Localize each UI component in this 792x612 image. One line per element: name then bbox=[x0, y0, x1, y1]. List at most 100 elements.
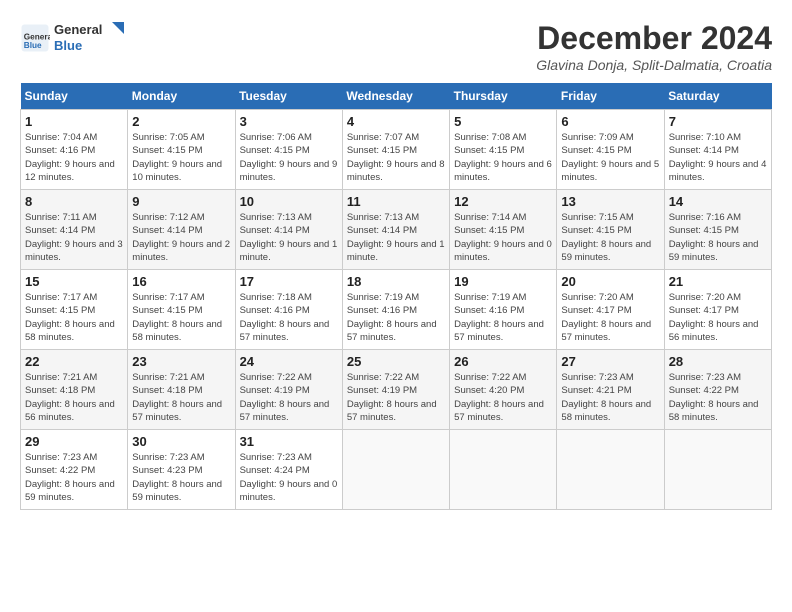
calendar-cell: 28 Sunrise: 7:23 AMSunset: 4:22 PMDayligh… bbox=[664, 350, 771, 430]
day-info: Sunrise: 7:13 AMSunset: 4:14 PMDaylight:… bbox=[240, 211, 338, 264]
day-number: 13 bbox=[561, 194, 659, 209]
calendar-cell: 3 Sunrise: 7:06 AMSunset: 4:15 PMDaylight… bbox=[235, 110, 342, 190]
day-info: Sunrise: 7:13 AMSunset: 4:14 PMDaylight:… bbox=[347, 211, 445, 264]
day-info: Sunrise: 7:17 AMSunset: 4:15 PMDaylight:… bbox=[25, 291, 123, 344]
day-number: 4 bbox=[347, 114, 445, 129]
calendar-cell: 12 Sunrise: 7:14 AMSunset: 4:15 PMDayligh… bbox=[450, 190, 557, 270]
day-number: 12 bbox=[454, 194, 552, 209]
calendar-week-row: 1 Sunrise: 7:04 AMSunset: 4:16 PMDaylight… bbox=[21, 110, 772, 190]
calendar-cell: 24 Sunrise: 7:22 AMSunset: 4:19 PMDayligh… bbox=[235, 350, 342, 430]
calendar-week-row: 8Sunrise: 7:11 AMSunset: 4:14 PMDaylight… bbox=[21, 190, 772, 270]
svg-text:Blue: Blue bbox=[24, 41, 42, 50]
day-info: Sunrise: 7:19 AMSunset: 4:16 PMDaylight:… bbox=[347, 291, 445, 344]
day-info: Sunrise: 7:04 AMSunset: 4:16 PMDaylight:… bbox=[25, 131, 123, 184]
day-number: 28 bbox=[669, 354, 767, 369]
page-header: General Blue General Blue December 2024 … bbox=[20, 20, 772, 73]
svg-text:General: General bbox=[54, 22, 102, 37]
calendar-cell: 26 Sunrise: 7:22 AMSunset: 4:20 PMDayligh… bbox=[450, 350, 557, 430]
calendar-header-monday: Monday bbox=[128, 83, 235, 110]
logo-icon: General Blue bbox=[20, 23, 50, 53]
calendar-cell: 6Sunrise: 7:09 AMSunset: 4:15 PMDaylight… bbox=[557, 110, 664, 190]
day-number: 21 bbox=[669, 274, 767, 289]
location: Glavina Donja, Split-Dalmatia, Croatia bbox=[536, 57, 772, 73]
day-number: 10 bbox=[240, 194, 338, 209]
day-number: 8 bbox=[25, 194, 123, 209]
calendar-cell: 30 Sunrise: 7:23 AMSunset: 4:23 PMDayligh… bbox=[128, 430, 235, 510]
calendar-header-saturday: Saturday bbox=[664, 83, 771, 110]
day-info: Sunrise: 7:22 AMSunset: 4:19 PMDaylight:… bbox=[240, 371, 338, 424]
day-info: Sunrise: 7:20 AMSunset: 4:17 PMDaylight:… bbox=[561, 291, 659, 344]
day-info: Sunrise: 7:18 AMSunset: 4:16 PMDaylight:… bbox=[240, 291, 338, 344]
calendar-cell: 14 Sunrise: 7:16 AMSunset: 4:15 PMDayligh… bbox=[664, 190, 771, 270]
calendar-cell: 19Sunrise: 7:19 AMSunset: 4:16 PMDayligh… bbox=[450, 270, 557, 350]
calendar-cell: 25 Sunrise: 7:22 AMSunset: 4:19 PMDayligh… bbox=[342, 350, 449, 430]
day-info: Sunrise: 7:22 AMSunset: 4:19 PMDaylight:… bbox=[347, 371, 445, 424]
day-info: Sunrise: 7:23 AMSunset: 4:21 PMDaylight:… bbox=[561, 371, 659, 424]
calendar-cell: 16Sunrise: 7:17 AMSunset: 4:15 PMDayligh… bbox=[128, 270, 235, 350]
calendar-cell: 9Sunrise: 7:12 AMSunset: 4:14 PMDaylight… bbox=[128, 190, 235, 270]
day-number: 9 bbox=[132, 194, 230, 209]
calendar-week-row: 29 Sunrise: 7:23 AMSunset: 4:22 PMDayligh… bbox=[21, 430, 772, 510]
day-number: 30 bbox=[132, 434, 230, 449]
day-info: Sunrise: 7:16 AMSunset: 4:15 PMDaylight:… bbox=[669, 211, 767, 264]
calendar-cell: 22 Sunrise: 7:21 AMSunset: 4:18 PMDayligh… bbox=[21, 350, 128, 430]
calendar-header-row: SundayMondayTuesdayWednesdayThursdayFrid… bbox=[21, 83, 772, 110]
day-number: 25 bbox=[347, 354, 445, 369]
day-info: Sunrise: 7:14 AMSunset: 4:15 PMDaylight:… bbox=[454, 211, 552, 264]
day-info: Sunrise: 7:23 AMSunset: 4:24 PMDaylight:… bbox=[240, 451, 338, 504]
calendar-cell bbox=[450, 430, 557, 510]
day-info: Sunrise: 7:23 AMSunset: 4:22 PMDaylight:… bbox=[25, 451, 123, 504]
calendar-cell: 15 Sunrise: 7:17 AMSunset: 4:15 PMDayligh… bbox=[21, 270, 128, 350]
day-number: 29 bbox=[25, 434, 123, 449]
calendar-table: SundayMondayTuesdayWednesdayThursdayFrid… bbox=[20, 83, 772, 510]
day-number: 22 bbox=[25, 354, 123, 369]
day-info: Sunrise: 7:07 AMSunset: 4:15 PMDaylight:… bbox=[347, 131, 445, 184]
day-info: Sunrise: 7:08 AMSunset: 4:15 PMDaylight:… bbox=[454, 131, 552, 184]
day-number: 6 bbox=[561, 114, 659, 129]
calendar-cell: 8Sunrise: 7:11 AMSunset: 4:14 PMDaylight… bbox=[21, 190, 128, 270]
day-info: Sunrise: 7:10 AMSunset: 4:14 PMDaylight:… bbox=[669, 131, 767, 184]
day-number: 31 bbox=[240, 434, 338, 449]
day-info: Sunrise: 7:23 AMSunset: 4:22 PMDaylight:… bbox=[669, 371, 767, 424]
calendar-cell: 20 Sunrise: 7:20 AMSunset: 4:17 PMDayligh… bbox=[557, 270, 664, 350]
calendar-cell: 4 Sunrise: 7:07 AMSunset: 4:15 PMDaylight… bbox=[342, 110, 449, 190]
day-number: 20 bbox=[561, 274, 659, 289]
day-info: Sunrise: 7:21 AMSunset: 4:18 PMDaylight:… bbox=[132, 371, 230, 424]
day-number: 1 bbox=[25, 114, 123, 129]
calendar-cell: 31 Sunrise: 7:23 AMSunset: 4:24 PMDayligh… bbox=[235, 430, 342, 510]
day-number: 27 bbox=[561, 354, 659, 369]
day-number: 18 bbox=[347, 274, 445, 289]
calendar-cell: 29 Sunrise: 7:23 AMSunset: 4:22 PMDayligh… bbox=[21, 430, 128, 510]
calendar-header-friday: Friday bbox=[557, 83, 664, 110]
calendar-cell bbox=[664, 430, 771, 510]
day-number: 19 bbox=[454, 274, 552, 289]
calendar-week-row: 22 Sunrise: 7:21 AMSunset: 4:18 PMDayligh… bbox=[21, 350, 772, 430]
calendar-cell: 5Sunrise: 7:08 AMSunset: 4:15 PMDaylight… bbox=[450, 110, 557, 190]
calendar-cell: 10 Sunrise: 7:13 AMSunset: 4:14 PMDayligh… bbox=[235, 190, 342, 270]
calendar-cell: 1 Sunrise: 7:04 AMSunset: 4:16 PMDaylight… bbox=[21, 110, 128, 190]
calendar-cell: 17Sunrise: 7:18 AMSunset: 4:16 PMDayligh… bbox=[235, 270, 342, 350]
calendar-cell: 2Sunrise: 7:05 AMSunset: 4:15 PMDaylight… bbox=[128, 110, 235, 190]
day-number: 14 bbox=[669, 194, 767, 209]
calendar-cell: 11Sunrise: 7:13 AMSunset: 4:14 PMDayligh… bbox=[342, 190, 449, 270]
calendar-cell: 21Sunrise: 7:20 AMSunset: 4:17 PMDayligh… bbox=[664, 270, 771, 350]
day-info: Sunrise: 7:06 AMSunset: 4:15 PMDaylight:… bbox=[240, 131, 338, 184]
day-number: 15 bbox=[25, 274, 123, 289]
calendar-week-row: 15 Sunrise: 7:17 AMSunset: 4:15 PMDayligh… bbox=[21, 270, 772, 350]
day-info: Sunrise: 7:22 AMSunset: 4:20 PMDaylight:… bbox=[454, 371, 552, 424]
day-number: 23 bbox=[132, 354, 230, 369]
title-section: December 2024 Glavina Donja, Split-Dalma… bbox=[536, 20, 772, 73]
calendar-header-sunday: Sunday bbox=[21, 83, 128, 110]
calendar-header-thursday: Thursday bbox=[450, 83, 557, 110]
day-info: Sunrise: 7:21 AMSunset: 4:18 PMDaylight:… bbox=[25, 371, 123, 424]
logo-text: General Blue bbox=[54, 20, 124, 56]
calendar-cell: 7Sunrise: 7:10 AMSunset: 4:14 PMDaylight… bbox=[664, 110, 771, 190]
day-info: Sunrise: 7:05 AMSunset: 4:15 PMDaylight:… bbox=[132, 131, 230, 184]
day-number: 3 bbox=[240, 114, 338, 129]
day-info: Sunrise: 7:23 AMSunset: 4:23 PMDaylight:… bbox=[132, 451, 230, 504]
day-number: 24 bbox=[240, 354, 338, 369]
calendar-header-tuesday: Tuesday bbox=[235, 83, 342, 110]
day-info: Sunrise: 7:15 AMSunset: 4:15 PMDaylight:… bbox=[561, 211, 659, 264]
calendar-cell: 13 Sunrise: 7:15 AMSunset: 4:15 PMDayligh… bbox=[557, 190, 664, 270]
day-number: 26 bbox=[454, 354, 552, 369]
